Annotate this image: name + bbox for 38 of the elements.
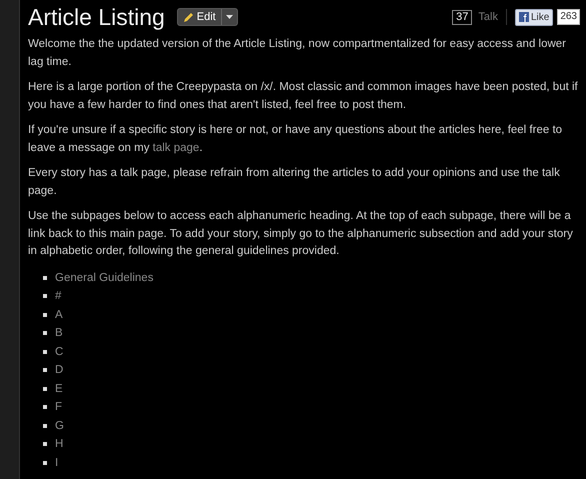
bullet-icon [43, 294, 47, 298]
edit-button[interactable]: Edit [176, 8, 238, 26]
talk-page-link[interactable]: talk page [152, 142, 200, 154]
paragraph: Here is a large portion of the Creepypasta on /x/. Most classic and common images have been posted, but if you have a few harder to find ones that aren't listed, feel free to post them. [28, 80, 579, 112]
facebook-icon [518, 12, 529, 22]
bullet-icon [43, 442, 47, 446]
bullet-icon [43, 424, 47, 428]
subpage-link[interactable]: H [55, 435, 64, 454]
bullet-icon [43, 460, 47, 465]
paragraph: Welcome the the updated version of the Article Listing, now compartmentalized for easy access and lower lag time. [28, 37, 568, 70]
bullet-icon [43, 350, 47, 354]
page-title: Article Listing [28, 6, 165, 28]
subpage-link[interactable]: E [55, 380, 63, 398]
subpage-link[interactable]: General Guidelines [55, 268, 154, 287]
paragraph: If you're unsure if a specific story is here or not, or have any questions about the articles here, feel free to leave a message on my talk page. [28, 123, 564, 156]
subpage-link[interactable]: C [55, 342, 64, 361]
talk-link[interactable]: Talk [478, 8, 507, 26]
subpage-link[interactable]: I [55, 454, 58, 472]
paragraph: Every story has a talk page, please refrain from altering the articles to add your opinions and use the talk page. [28, 166, 561, 198]
edit-label: Edit [196, 10, 216, 25]
bullet-icon [43, 312, 47, 317]
like-count: 263 [557, 9, 580, 25]
caret-icon[interactable] [226, 15, 233, 19]
paragraph: Use the subpages below to access each alphanumeric heading. At the top of each subpage, there will be a link back to this main page. To add your story, simply go to the alphanumeric subsection and add your story in alphabetic order, following the general guidelines provided. [28, 209, 574, 259]
subpage-link[interactable]: B [55, 324, 63, 342]
subpage-link[interactable]: # [55, 287, 62, 306]
bullet-icon [43, 368, 47, 372]
bullet-icon [43, 276, 47, 280]
bullet-icon [43, 331, 47, 336]
subpage-link[interactable]: G [55, 416, 64, 435]
bullet-icon [43, 405, 47, 410]
subpage-link[interactable]: F [55, 398, 62, 416]
subpage-link[interactable]: A [55, 306, 63, 324]
comment-count[interactable]: 37 [452, 10, 472, 24]
pencil-icon [182, 12, 194, 22]
like-button[interactable]: Like [514, 8, 554, 26]
bullet-icon [43, 386, 47, 391]
subpage-link[interactable]: D [55, 361, 64, 380]
